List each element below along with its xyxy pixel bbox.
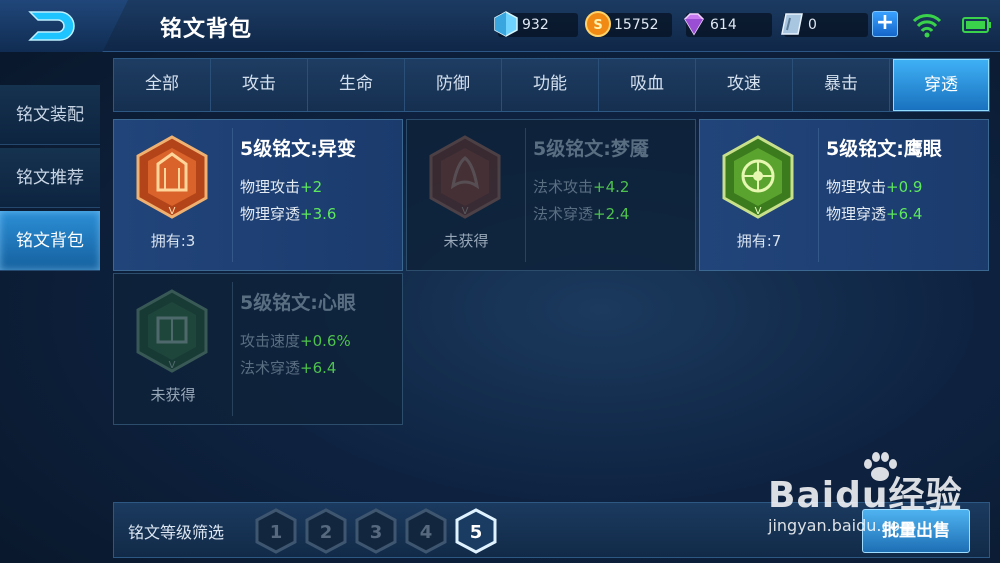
watermark-brand: Baidu经验 bbox=[768, 475, 963, 516]
stat-label: 法术攻击 bbox=[533, 178, 594, 196]
back-button[interactable] bbox=[0, 0, 128, 52]
level-filter-1[interactable]: 1 bbox=[254, 508, 298, 554]
stat-value: +4.2 bbox=[593, 178, 630, 196]
rune-stat: 物理穿透+6.4 bbox=[826, 203, 922, 224]
gold-counter: S 15752 bbox=[585, 11, 672, 37]
card-divider bbox=[232, 128, 233, 262]
level-number: 4 bbox=[420, 522, 433, 543]
tab-critical[interactable]: 暴击 bbox=[793, 59, 890, 111]
stat-label: 物理攻击 bbox=[826, 178, 887, 196]
card-divider bbox=[525, 128, 526, 262]
level-number: 2 bbox=[320, 522, 333, 543]
page-title: 铭文背包 bbox=[160, 17, 253, 42]
stat-value: +6.4 bbox=[886, 205, 923, 223]
sidebar: 铭文装配 铭文推荐 铭文背包 bbox=[0, 53, 100, 563]
rune-card-yibian[interactable]: V 拥有:3 5级铭文:异变 物理攻击+2 物理穿透+3.6 bbox=[113, 119, 403, 271]
rune-card-yingyan[interactable]: V 拥有:7 5级铭文:鹰眼 物理攻击+0.9 物理穿透+6.4 bbox=[699, 119, 989, 271]
stat-label: 物理攻击 bbox=[240, 178, 301, 196]
card-divider bbox=[818, 128, 819, 262]
rune-stat: 法术穿透+6.4 bbox=[240, 357, 336, 378]
level-number: 1 bbox=[270, 522, 283, 543]
tab-function[interactable]: 功能 bbox=[502, 59, 599, 111]
rune-gem-icon: V bbox=[136, 135, 208, 219]
tab-attack[interactable]: 攻击 bbox=[211, 59, 308, 111]
rune-gem-icon: V bbox=[429, 135, 501, 219]
tab-attack-speed[interactable]: 攻速 bbox=[696, 59, 793, 111]
purple-diamond-icon bbox=[684, 13, 704, 36]
gold-value: 15752 bbox=[614, 17, 659, 33]
rune-stat: 攻击速度+0.6% bbox=[240, 330, 351, 351]
sidebar-item-bag[interactable]: 铭文背包 bbox=[0, 211, 100, 271]
level-filter-2[interactable]: 2 bbox=[304, 508, 348, 554]
svg-text:V: V bbox=[169, 360, 176, 371]
baidu-watermark: Baidu经验 jingyan.baidu.com bbox=[766, 452, 996, 542]
stat-value: +6.4 bbox=[300, 359, 337, 377]
rune-card-mengyan[interactable]: V 未获得 5级铭文:梦魇 法术攻击+4.2 法术穿透+2.4 bbox=[406, 119, 696, 271]
tab-all[interactable]: 全部 bbox=[114, 59, 211, 111]
crystal-counter: 932 bbox=[494, 11, 578, 37]
level-number: 5 bbox=[470, 522, 483, 543]
stat-value: +2 bbox=[300, 178, 323, 196]
sidebar-item-recommend[interactable]: 铭文推荐 bbox=[0, 148, 100, 208]
rune-name: 5级铭文:鹰眼 bbox=[826, 138, 942, 160]
stat-label: 物理穿透 bbox=[240, 205, 301, 223]
tab-health[interactable]: 生命 bbox=[308, 59, 405, 111]
stat-label: 法术穿透 bbox=[533, 205, 594, 223]
filter-label: 铭文等级筛选 bbox=[128, 523, 225, 542]
owned-count: 拥有:3 bbox=[150, 232, 196, 250]
tab-penetration[interactable]: 穿透 bbox=[893, 59, 989, 111]
rune-card-xinyan[interactable]: V 未获得 5级铭文:心眼 攻击速度+0.6% 法术穿透+6.4 bbox=[113, 273, 403, 425]
tab-defense[interactable]: 防御 bbox=[405, 59, 502, 111]
level-filter-4[interactable]: 4 bbox=[404, 508, 448, 554]
back-arrow-icon bbox=[28, 11, 75, 41]
rune-stat: 法术穿透+2.4 bbox=[533, 203, 629, 224]
svg-text:V: V bbox=[462, 206, 469, 217]
owned-count: 未获得 bbox=[443, 232, 489, 250]
stat-value: +0.6% bbox=[300, 332, 351, 350]
rune-stat: 法术攻击+4.2 bbox=[533, 176, 629, 197]
svg-text:S: S bbox=[593, 18, 602, 33]
diamond-counter: 614 bbox=[684, 13, 772, 37]
stat-value: +2.4 bbox=[593, 205, 630, 223]
ticket-value: 0 bbox=[808, 17, 817, 33]
card-divider bbox=[232, 282, 233, 416]
stat-label: 攻击速度 bbox=[240, 332, 301, 350]
ticket-icon bbox=[781, 13, 803, 35]
sidebar-item-equip[interactable]: 铭文装配 bbox=[0, 85, 100, 145]
level-filter-5[interactable]: 5 bbox=[454, 508, 498, 554]
stat-value: +0.9 bbox=[886, 178, 923, 196]
rune-stat: 物理攻击+2 bbox=[240, 176, 322, 197]
rune-name: 5级铭文:异变 bbox=[240, 138, 356, 160]
category-tabs: 全部 攻击 生命 防御 功能 吸血 攻速 暴击 穿透 bbox=[113, 58, 990, 112]
diamond-value: 614 bbox=[710, 17, 737, 33]
stat-value: +3.6 bbox=[300, 205, 337, 223]
level-filter-3[interactable]: 3 bbox=[354, 508, 398, 554]
battery-icon bbox=[962, 17, 991, 33]
wifi-icon bbox=[912, 14, 942, 38]
watermark-url: jingyan.baidu.com bbox=[768, 516, 916, 535]
level-number: 3 bbox=[370, 522, 383, 543]
svg-text:V: V bbox=[755, 206, 762, 217]
top-bar: 铭文背包 932 S 15752 614 0 + bbox=[0, 0, 1000, 52]
rune-stat: 物理穿透+3.6 bbox=[240, 203, 336, 224]
ticket-counter: 0 bbox=[781, 13, 868, 37]
rune-stat: 物理攻击+0.9 bbox=[826, 176, 922, 197]
stat-label: 法术穿透 bbox=[240, 359, 301, 377]
rune-gem-icon: V bbox=[722, 135, 794, 219]
add-currency-button[interactable]: + bbox=[872, 11, 898, 37]
crystal-value: 932 bbox=[522, 17, 549, 33]
rune-name: 5级铭文:梦魇 bbox=[533, 138, 649, 160]
crystal-icon bbox=[494, 11, 518, 37]
gold-coin-icon: S bbox=[585, 11, 611, 37]
stat-label: 物理穿透 bbox=[826, 205, 887, 223]
rune-gem-icon: V bbox=[136, 289, 208, 373]
svg-text:V: V bbox=[169, 206, 176, 217]
owned-count: 未获得 bbox=[150, 386, 196, 404]
tab-lifesteal[interactable]: 吸血 bbox=[599, 59, 696, 111]
rune-name: 5级铭文:心眼 bbox=[240, 292, 356, 314]
owned-count: 拥有:7 bbox=[736, 232, 782, 250]
